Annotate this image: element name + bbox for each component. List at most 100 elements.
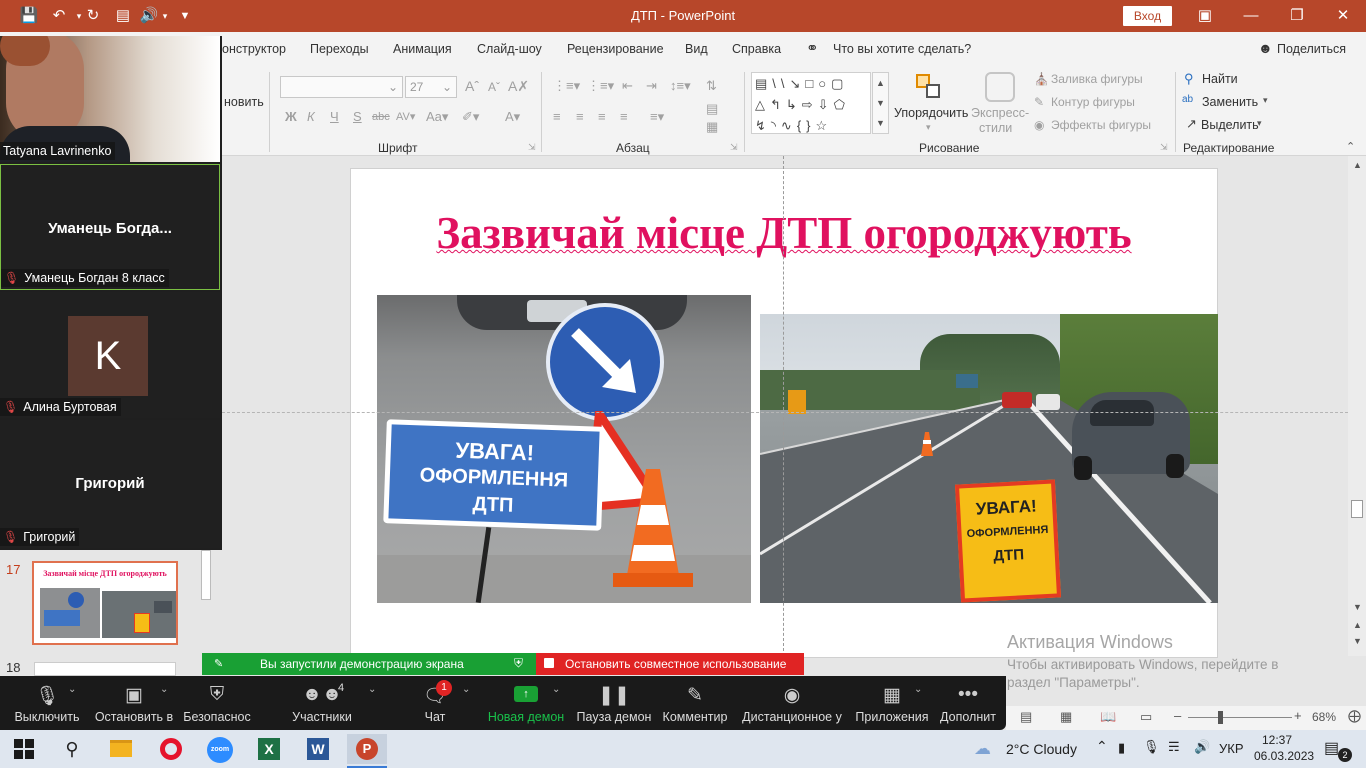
word-icon[interactable]: W — [298, 734, 338, 764]
bullets-icon[interactable]: ⋮≡▾ — [553, 78, 580, 94]
collapse-ribbon-icon[interactable]: ⌃ — [1346, 140, 1355, 153]
apps-options-icon[interactable]: ⌄ — [914, 684, 922, 695]
scroll-up-icon[interactable]: ▲ — [1353, 160, 1362, 170]
vertical-guide[interactable] — [783, 156, 784, 656]
chat-button[interactable]: 🗨 1 Чат — [414, 676, 456, 730]
reading-view-icon[interactable]: 📖 — [1100, 709, 1116, 725]
chat-options-icon[interactable]: ⌄ — [462, 684, 470, 695]
shape-effects-button[interactable]: Эффекты фигуры — [1051, 118, 1151, 132]
minimize-icon[interactable]: — — [1228, 4, 1274, 28]
slide-title[interactable]: Зазвичай місце ДТП огороджують — [351, 207, 1217, 259]
search-icon[interactable]: ⚲ — [52, 734, 92, 764]
wifi-icon[interactable]: ☴ — [1168, 739, 1180, 755]
italic-icon[interactable]: К — [307, 109, 315, 124]
quick-styles-icon[interactable] — [985, 72, 1015, 102]
battery-icon[interactable]: ▮ — [1118, 740, 1125, 756]
ribbon-display-icon[interactable]: ▣ — [1182, 4, 1228, 28]
decrease-indent-icon[interactable]: ⇤ — [622, 78, 633, 94]
zoom-slider-thumb[interactable] — [1218, 711, 1223, 724]
share-pin-icon[interactable]: ✎ — [214, 657, 223, 670]
tab-animations[interactable]: Анимация — [393, 42, 452, 56]
share-options-icon[interactable]: ⌄ — [552, 684, 560, 695]
shape-outline-icon[interactable]: ✎ — [1034, 95, 1044, 109]
clear-format-icon[interactable]: A✗ — [508, 78, 529, 95]
tell-me-input[interactable]: Что вы хотите сделать? — [833, 42, 971, 56]
shadow-icon[interactable]: S — [353, 109, 362, 124]
clock-date[interactable]: 06.03.2023 — [1254, 749, 1314, 763]
shapes-gallery[interactable]: ▤\\↘□○▢ △↰↳⇨⇩⬠ ↯◝∿{}☆ — [751, 72, 871, 134]
arrange-button[interactable]: Упорядочить — [894, 106, 968, 120]
mute-options-icon[interactable]: ⌄ — [68, 684, 76, 695]
drawing-dialog-launcher[interactable]: ⇲ — [1160, 142, 1168, 153]
tab-help[interactable]: Справка — [732, 42, 781, 56]
screen-share-banner[interactable]: ✎ Вы запустили демонстрацию экрана ⛨ — [202, 653, 536, 675]
zoom-app-icon[interactable]: zoom — [200, 734, 240, 764]
participants-button[interactable]: ☻☻ 4 Участники — [286, 676, 358, 730]
align-right-icon[interactable]: ≡ — [598, 109, 606, 124]
shrink-font-icon[interactable]: Aˇ — [488, 80, 500, 94]
highlight-icon[interactable]: ✐▾ — [462, 109, 479, 125]
bold-icon[interactable]: Ж — [285, 109, 297, 124]
security-button[interactable]: ⛨ Безопаснос — [182, 676, 252, 730]
select-dropdown-icon[interactable]: ▾ — [1257, 118, 1262, 129]
video-tile-alina[interactable]: K 🎙 Алина Буртовая — [0, 292, 220, 418]
video-tile-umanets[interactable]: Уманець Богда... 🎙 Уманець Богдан 8 класс — [0, 164, 220, 290]
excel-icon[interactable]: X — [249, 734, 289, 764]
restore-icon[interactable]: ❐ — [1274, 4, 1320, 28]
weather-text[interactable]: 2°C Cloudy — [1006, 741, 1077, 757]
columns-icon[interactable]: ≡▾ — [650, 109, 664, 125]
strikethrough-icon[interactable]: abc — [372, 111, 390, 123]
zoom-in-icon[interactable]: + — [1294, 708, 1302, 723]
shape-fill-button[interactable]: Заливка фигуры — [1051, 72, 1143, 86]
signin-button[interactable]: Вход — [1123, 6, 1172, 26]
video-options-icon[interactable]: ⌄ — [160, 684, 168, 695]
annotate-button[interactable]: ✎ Комментир — [662, 676, 728, 730]
video-tile-tatyana[interactable]: Tatyana Lavrinenko — [0, 36, 220, 162]
microphone-tray-icon[interactable]: 🎙 — [1143, 739, 1160, 755]
thumbnails-scroll-thumb[interactable] — [201, 550, 211, 600]
tab-design[interactable]: онструктор — [222, 42, 286, 56]
find-button[interactable]: Найти — [1202, 72, 1238, 86]
smartart-icon[interactable]: ▦ — [706, 119, 718, 135]
tab-view[interactable]: Вид — [685, 42, 708, 56]
replace-icon[interactable]: ab — [1182, 94, 1193, 105]
slide-sorter-icon[interactable]: ▦ — [1060, 709, 1072, 725]
font-color-icon[interactable]: A▾ — [505, 109, 520, 125]
select-button[interactable]: Выделить — [1201, 118, 1259, 132]
quick-styles-line2[interactable]: стили — [979, 121, 1012, 135]
scroll-thumb[interactable] — [1351, 500, 1363, 518]
start-icon[interactable] — [4, 734, 44, 764]
quick-styles-line1[interactable]: Экспресс- — [971, 106, 1029, 120]
font-dialog-launcher[interactable]: ⇲ — [528, 142, 536, 153]
justify-icon[interactable]: ≡ — [620, 109, 628, 124]
video-tile-grigoriy[interactable]: Григорий 🎙 Григорий — [0, 420, 220, 548]
clock-time[interactable]: 12:37 — [1262, 733, 1292, 747]
arrange-icon[interactable] — [914, 72, 944, 102]
align-center-icon[interactable]: ≡ — [576, 109, 584, 124]
tab-review[interactable]: Рецензирование — [567, 42, 664, 56]
font-name-combo[interactable]: ⌄ — [280, 76, 403, 98]
increase-indent-icon[interactable]: ⇥ — [646, 78, 657, 94]
share-button[interactable]: Поделиться — [1277, 42, 1346, 56]
thumbnail-slide-18[interactable] — [34, 662, 176, 676]
new-slide-label[interactable]: новить — [224, 95, 264, 109]
thumbnail-slide-17[interactable]: Зазвичай місце ДТП огороджують — [32, 561, 178, 645]
volume-icon[interactable]: 🔊 — [1194, 739, 1210, 755]
vertical-scrollbar[interactable]: ▲ ▼ ▲ ▼ — [1348, 156, 1366, 656]
horizontal-guide[interactable] — [222, 412, 1348, 413]
more-button[interactable]: ••• Дополнит — [936, 676, 1000, 730]
zoom-level[interactable]: 68% — [1312, 710, 1336, 724]
arrange-dropdown-icon[interactable]: ▾ — [926, 122, 931, 133]
opera-icon[interactable] — [151, 734, 191, 764]
language-indicator[interactable]: УКР — [1219, 741, 1244, 756]
close-icon[interactable]: ✕ — [1320, 4, 1366, 28]
line-spacing-icon[interactable]: ↕≡▾ — [670, 78, 691, 94]
replace-dropdown-icon[interactable]: ▾ — [1263, 95, 1268, 106]
remote-control-button[interactable]: ◉ Дистанционное у — [740, 676, 844, 730]
next-slide-icon[interactable]: ▼ — [1353, 636, 1362, 646]
show-hidden-icons[interactable]: ⌃ — [1096, 738, 1108, 755]
slide-canvas[interactable]: Зазвичай місце ДТП огороджують УВАГА! ОФ… — [350, 168, 1218, 658]
stop-share-button[interactable]: Остановить совместное использование — [536, 653, 804, 675]
paragraph-dialog-launcher[interactable]: ⇲ — [730, 142, 738, 153]
shape-effects-icon[interactable]: ◉ — [1034, 118, 1044, 132]
